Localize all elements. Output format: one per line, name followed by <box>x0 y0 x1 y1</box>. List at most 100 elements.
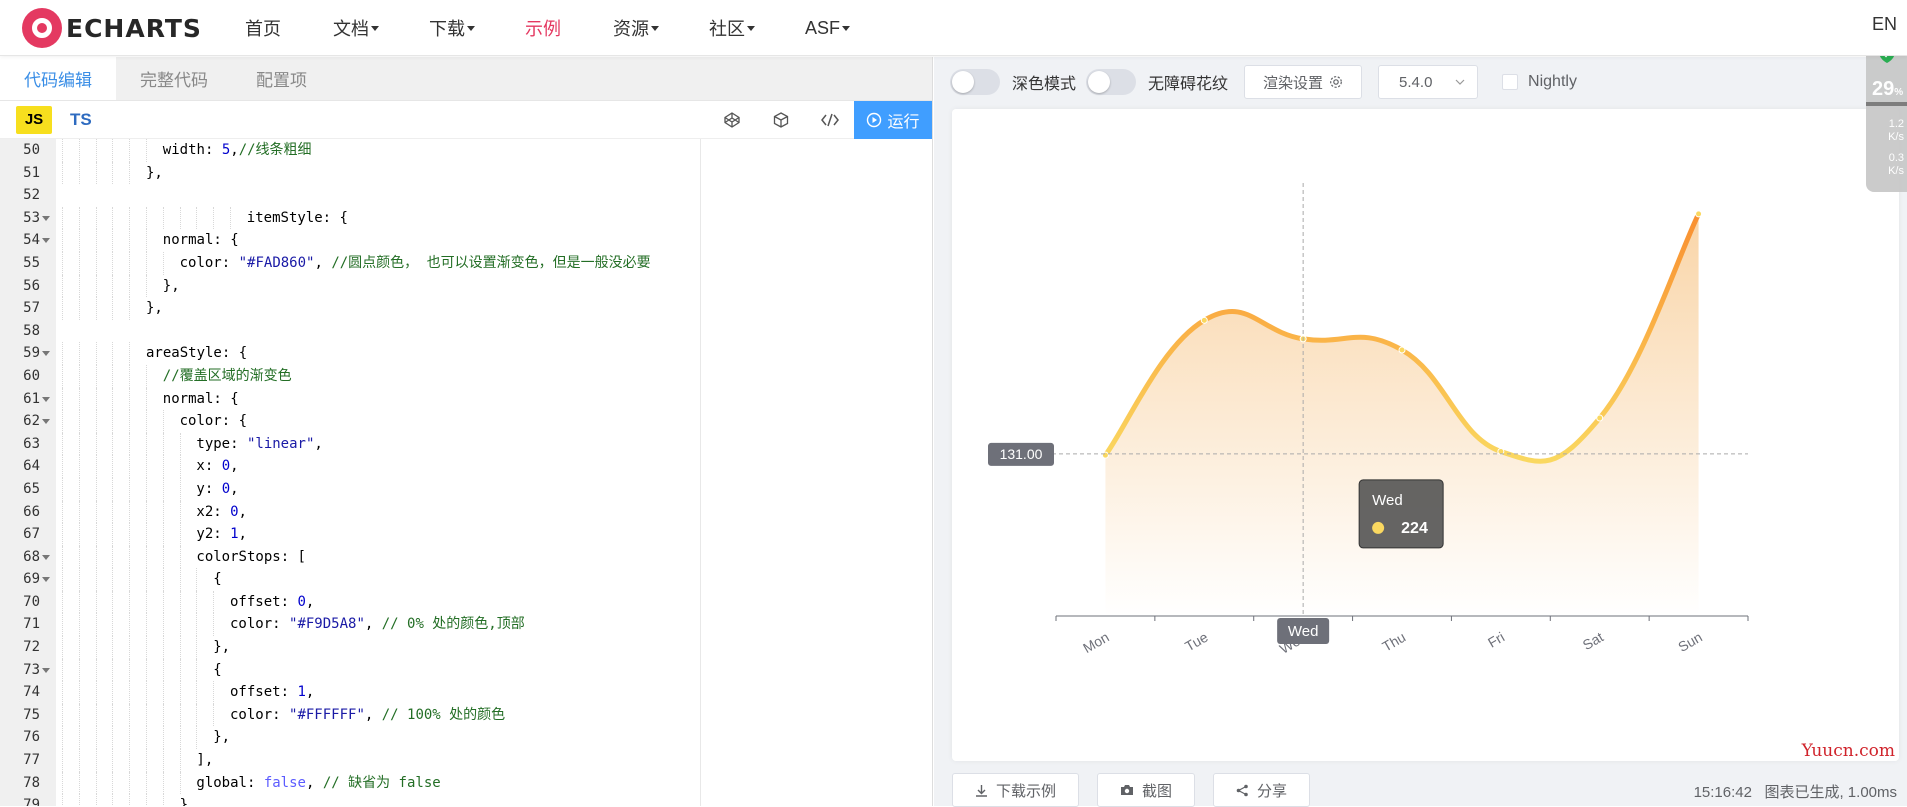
code-line[interactable]: 50 width: 5,//线条粗细 <box>0 139 700 162</box>
camera-icon <box>1121 785 1134 795</box>
code-line[interactable]: 63 type: "linear", <box>0 432 700 456</box>
caret-down-icon <box>842 25 851 31</box>
line-number: 51 <box>23 164 40 181</box>
line-number: 52 <box>23 187 40 204</box>
fold-arrow-icon[interactable] <box>42 554 50 560</box>
tooltip-marker <box>1372 521 1385 534</box>
data-point <box>1200 316 1208 324</box>
code-text: ], <box>196 752 214 769</box>
x-tick-label: Sat <box>1580 629 1606 653</box>
code-line[interactable]: 51}, <box>0 161 700 185</box>
editor-tab[interactable]: 配置项 <box>232 56 331 100</box>
x-tick-label: Fri <box>1485 629 1507 651</box>
code-line[interactable]: 53 itemStyle: { <box>0 206 700 230</box>
a11y-pattern-toggle[interactable] <box>1086 69 1137 95</box>
nav-item[interactable]: 下载 <box>429 15 465 41</box>
lang-ts-button[interactable]: TS <box>70 110 92 130</box>
code-line[interactable]: 61 normal: { <box>0 387 700 411</box>
fold-arrow-icon[interactable] <box>42 351 50 357</box>
code-line[interactable]: 78 global: false, // 缺省为 false <box>0 771 700 795</box>
line-number: 60 <box>23 367 40 384</box>
code-text: { <box>213 571 222 588</box>
cpu-percent: 29% <box>1872 78 1904 100</box>
data-point <box>1398 346 1406 354</box>
code-text: }, <box>213 729 231 746</box>
line-number: 68 <box>23 548 40 565</box>
fold-arrow-icon[interactable] <box>42 419 50 425</box>
fold-arrow-icon[interactable] <box>42 215 50 221</box>
code-text: type: "linear", <box>196 435 323 452</box>
axis-pointer-x-label: Wed <box>1288 623 1319 640</box>
code-line[interactable]: 66 x2: 0, <box>0 500 700 524</box>
code-line[interactable]: 59 areaStyle: { <box>0 342 700 365</box>
code-line[interactable]: 58 <box>0 320 700 343</box>
render-settings-button[interactable]: 渲染设置 <box>1244 65 1363 99</box>
screenshot-button[interactable]: 截图 <box>1097 773 1196 807</box>
code-line[interactable]: 73 { <box>0 658 700 682</box>
status-bar: 15:16:42 图表已生成, 1.00ms <box>1694 781 1897 802</box>
codepen-icon[interactable] <box>707 101 756 139</box>
fold-arrow-icon[interactable] <box>42 577 50 583</box>
code-line[interactable]: 68 colorStops: [ <box>0 545 700 569</box>
code-line[interactable]: 77], <box>0 749 700 772</box>
code-text: itemStyle: { <box>246 209 348 226</box>
dark-mode-toggle[interactable] <box>950 69 1000 95</box>
code-text: offset: 1, <box>230 684 315 701</box>
code-line[interactable]: 71 color: "#F9D5A8", // 0% 处的颜色,顶部 <box>0 613 700 637</box>
nav-item[interactable]: ASF <box>805 18 840 39</box>
code-text: }, <box>146 300 163 317</box>
language-switch[interactable]: EN <box>1872 14 1897 35</box>
nightly-checkbox[interactable] <box>1502 74 1519 90</box>
code-line[interactable]: 62 color: { <box>0 410 700 433</box>
echarts-logo[interactable]: ECHARTS <box>22 6 212 50</box>
code-line[interactable]: 69 { <box>0 568 700 591</box>
download-example-button[interactable]: 下载示例 <box>952 773 1080 807</box>
code-line[interactable]: 67 y2: 1, <box>0 523 700 546</box>
code-line[interactable]: 55 color: "#FAD860", //圆点颜色， 也可以设置渐变色，但是一… <box>0 251 700 275</box>
code-line[interactable]: 75 color: "#FFFFFF", // 100% 处的颜色 <box>0 703 700 727</box>
chart-container[interactable]: MonTueWedThuFriSatSun131.00WedWed224 <box>952 109 1899 761</box>
code-line[interactable]: 65 y: 0, <box>0 477 700 501</box>
editor-tab[interactable]: 代码编辑 <box>0 56 116 100</box>
caret-down-icon <box>651 25 659 31</box>
nav-item[interactable]: 社区 <box>709 15 745 41</box>
code-line[interactable]: 74 offset: 1, <box>0 681 700 704</box>
screenshot-label: 截图 <box>1142 782 1173 800</box>
codesandbox-icon[interactable] <box>756 101 805 139</box>
run-button[interactable]: 运行 <box>854 101 932 139</box>
code-line[interactable]: 54 normal: { <box>0 229 700 252</box>
code-line[interactable]: 64 x: 0, <box>0 455 700 478</box>
nav-item[interactable]: 示例 <box>525 15 561 41</box>
code-line[interactable]: 57}, <box>0 297 700 320</box>
code-text: normal: { <box>162 390 239 407</box>
nightly-label: Nightly <box>1528 73 1577 90</box>
code-line[interactable]: 79} <box>0 794 700 806</box>
line-number: 53 <box>23 209 40 226</box>
share-button[interactable]: 分享 <box>1213 773 1311 807</box>
code-line[interactable]: 52 <box>0 184 700 207</box>
editor-tab[interactable]: 完整代码 <box>116 56 232 100</box>
code-line[interactable]: 72}, <box>0 636 700 659</box>
code-format-icon[interactable] <box>805 101 854 139</box>
code-editor[interactable]: 50 width: 5,//线条粗细 51}, 52 53 itemStyle: {54 n… <box>0 139 700 806</box>
code-line[interactable]: 60 //覆盖区域的渐变色 <box>0 364 700 388</box>
network-monitor-widget[interactable]: 29% 1.2 K/s 0.3 K/s <box>1866 32 1907 192</box>
code-text: normal: { <box>162 232 239 249</box>
code-line[interactable]: 70 offset: 0, <box>0 590 700 614</box>
nav-item[interactable]: 资源 <box>613 15 649 41</box>
code-text: color: "#F9D5A8", // 0% 处的颜色,顶部 <box>230 616 525 633</box>
line-number: 74 <box>23 684 40 701</box>
caret-down-icon <box>467 25 475 31</box>
code-line[interactable]: 76}, <box>0 726 700 750</box>
fold-arrow-icon[interactable] <box>42 667 50 673</box>
version-select[interactable]: 5.4.0 <box>1378 65 1479 99</box>
code-line[interactable]: 56}, <box>0 274 700 298</box>
fold-arrow-icon[interactable] <box>42 396 50 402</box>
nav-item[interactable]: 首页 <box>245 15 281 41</box>
line-chart[interactable]: MonTueWedThuFriSatSun131.00WedWed224 <box>952 109 1899 761</box>
status-time: 15:16:42 <box>1693 784 1752 801</box>
editor-panel: 代码编辑 完整代码 配置项 JS TS 运行 50 width: 5,//线条粗细 51… <box>0 56 933 806</box>
lang-js-button[interactable]: JS <box>16 105 52 134</box>
fold-arrow-icon[interactable] <box>42 238 50 244</box>
nav-item[interactable]: 文档 <box>333 15 369 41</box>
